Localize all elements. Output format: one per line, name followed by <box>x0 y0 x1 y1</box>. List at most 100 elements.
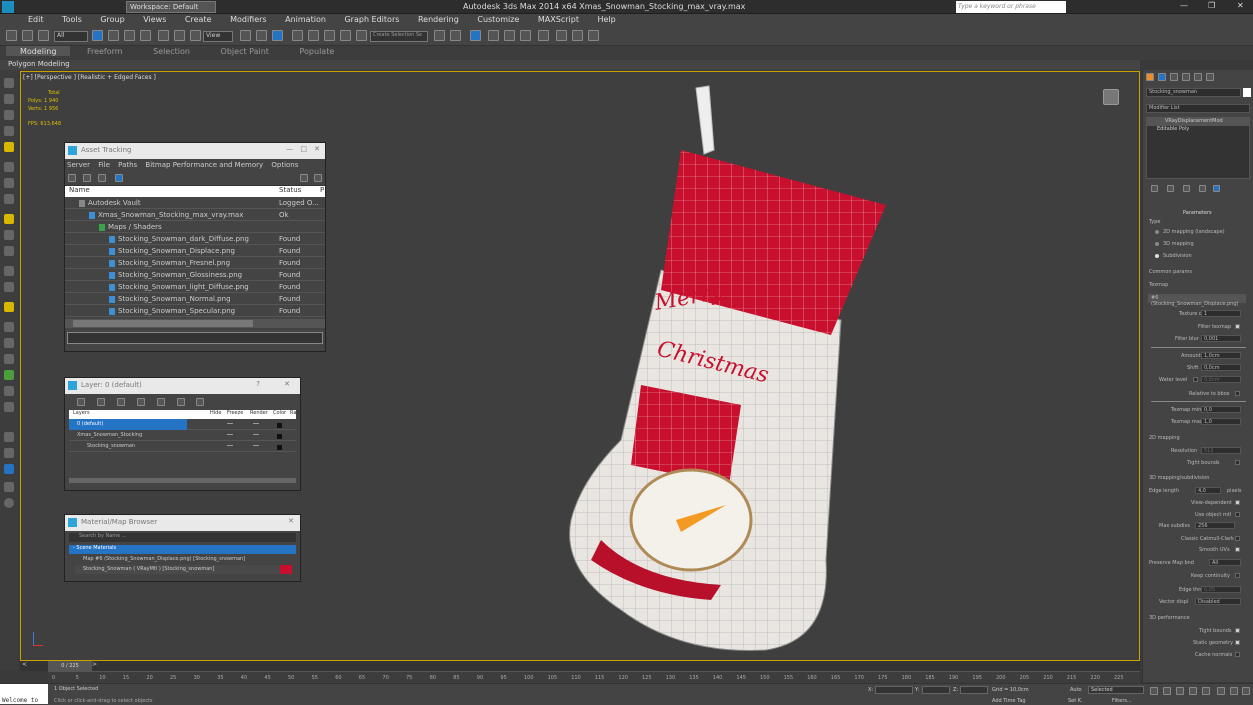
viewport-label[interactable]: [+] [Perspective ] [Realistic + Edged Fa… <box>23 74 156 81</box>
table-row[interactable]: Maps / Shaders <box>65 221 325 233</box>
menu-bitmap-performance[interactable]: Bitmap Performance and Memory <box>145 161 263 169</box>
prev-frame-icon[interactable]: < <box>22 661 27 668</box>
amount-spinner[interactable]: 1,0cm <box>1201 352 1241 359</box>
menu-options[interactable]: Options <box>271 161 298 169</box>
parameters-rollout[interactable]: Parameters <box>1183 210 1212 216</box>
minimize-icon[interactable]: — <box>286 145 293 153</box>
tool-icon-18[interactable] <box>4 482 14 492</box>
next-key-icon[interactable] <box>1189 687 1197 695</box>
settings-icon[interactable] <box>314 174 322 182</box>
new-layer-icon[interactable] <box>77 398 85 406</box>
reference-coord-dropdown[interactable]: View <box>203 31 233 42</box>
static-geometry-checkbox[interactable] <box>1235 640 1240 645</box>
x-coord-field[interactable] <box>875 686 913 694</box>
angle-snap-icon[interactable] <box>308 30 319 41</box>
undo-icon[interactable] <box>6 30 17 41</box>
named-selection-dropdown[interactable]: Create Selection Se <box>370 31 428 42</box>
menu-help[interactable]: Help <box>590 14 624 24</box>
keep-continuity-checkbox[interactable] <box>1235 573 1240 578</box>
workspace-dropdown[interactable]: Workspace: Default <box>126 1 216 13</box>
relative-bbox-checkbox[interactable] <box>1235 391 1240 396</box>
utilities-tab-icon[interactable] <box>1206 73 1214 81</box>
y-coord-field[interactable] <box>922 686 950 694</box>
tool-icon-2[interactable] <box>4 94 14 104</box>
app-logo-icon[interactable] <box>2 1 14 13</box>
freeze-all-icon[interactable] <box>196 398 204 406</box>
tool-icon-17[interactable] <box>4 464 14 474</box>
close-icon[interactable]: ✕ <box>314 145 320 153</box>
material-item-vraymtl[interactable]: Stocking_Snowman ( VRayMtl ) [Stocking_s… <box>75 565 292 574</box>
orbit-icon[interactable] <box>1242 687 1250 695</box>
move-icon[interactable] <box>158 30 169 41</box>
make-unique-icon[interactable] <box>1183 185 1190 192</box>
modifier-list-dropdown[interactable]: Modifier List <box>1146 104 1250 113</box>
next-frame-icon[interactable]: > <box>92 661 97 668</box>
edge-length-spinner[interactable]: 4,0 <box>1195 487 1221 494</box>
water-level-checkbox[interactable] <box>1193 377 1198 382</box>
layer-color-swatch[interactable] <box>277 423 282 428</box>
pin-stack-icon[interactable] <box>1151 185 1158 192</box>
goto-start-icon[interactable] <box>1150 687 1158 695</box>
menu-views[interactable]: Views <box>135 14 174 24</box>
max-subdivs-spinner[interactable]: 256 <box>1195 522 1235 529</box>
select-objects-icon[interactable] <box>137 398 145 406</box>
layer-color-swatch[interactable] <box>277 434 282 439</box>
tab-selection[interactable]: Selection <box>139 46 204 56</box>
track-bar[interactable]: 0 5 10 15 20 25 30 35 40 45 50 55 60 65 70 75 80 85 90 95 10… <box>48 671 1140 683</box>
menu-group[interactable]: Group <box>92 14 132 24</box>
col-name[interactable]: Name <box>69 186 90 194</box>
resolution-spinner[interactable]: 512 <box>1201 447 1241 454</box>
tool-icon-12[interactable] <box>4 354 14 364</box>
tight-bounds-checkbox[interactable] <box>1235 460 1240 465</box>
pivot-icon[interactable] <box>240 30 251 41</box>
texchan-spinner[interactable]: 1 <box>1201 310 1241 317</box>
modify-tab-icon[interactable] <box>1158 73 1166 81</box>
ribbon-polygon-modeling[interactable]: Polygon Modeling <box>8 60 70 68</box>
table-row[interactable]: Stocking_Snowman_Fresnel.png Found <box>65 257 325 269</box>
link-icon[interactable] <box>22 30 33 41</box>
remove-modifier-icon[interactable] <box>1199 185 1206 192</box>
render-toggle[interactable] <box>253 423 259 424</box>
close-icon[interactable]: ✕ <box>288 517 294 525</box>
col-render[interactable]: Render <box>250 410 268 416</box>
tool-icon-5[interactable] <box>4 162 14 172</box>
key-filters-button[interactable]: Filters... <box>1112 698 1132 704</box>
layer-window-header[interactable]: Layer: 0 (default) ? ✕ <box>65 378 300 394</box>
tool-icon-10[interactable] <box>4 322 14 332</box>
zoom-icon[interactable] <box>1217 687 1225 695</box>
menu-graph-editors[interactable]: Graph Editors <box>336 14 407 24</box>
tab-freeform[interactable]: Freeform <box>73 46 137 56</box>
selection-filter-dropdown[interactable]: All <box>54 31 88 42</box>
sun-icon[interactable] <box>4 302 14 312</box>
refresh-icon[interactable] <box>68 174 76 182</box>
create-tab-icon[interactable] <box>1146 73 1154 81</box>
layer-color-swatch[interactable] <box>277 445 282 450</box>
col-radiosity[interactable]: Radi <box>290 410 301 416</box>
mirror-icon[interactable] <box>434 30 445 41</box>
select-object-icon[interactable] <box>92 30 103 41</box>
viewcube-icon[interactable] <box>1103 89 1119 105</box>
keyboard-shortcut-icon[interactable] <box>272 30 283 41</box>
sphere-icon[interactable] <box>4 230 14 240</box>
unlink-icon[interactable] <box>38 30 49 41</box>
freeze-toggle[interactable] <box>227 423 233 424</box>
material-browser-header[interactable]: Material/Map Browser ✕ <box>65 515 300 531</box>
layer-row[interactable]: Xmas_Snowman_Stocking <box>69 430 296 441</box>
texmap-max-spinner[interactable]: 1,0 <box>1201 418 1241 425</box>
time-slider-thumb[interactable]: 0 / 225 <box>48 661 92 671</box>
menu-modifiers[interactable]: Modifiers <box>222 14 275 24</box>
schematic-view-icon[interactable] <box>520 30 531 41</box>
close-icon[interactable]: ✕ <box>284 380 290 388</box>
view-icon[interactable] <box>115 174 123 182</box>
radio-subdivision[interactable] <box>1155 254 1159 258</box>
material-item-map6[interactable]: Map #6 (Stocking_Snowman_Displace.png) [… <box>75 555 296 564</box>
tool-icon-14[interactable] <box>4 402 14 412</box>
material-editor-icon[interactable] <box>538 30 549 41</box>
search-input[interactable]: Type a keyword or phrase <box>956 1 1066 13</box>
smooth-uvs-checkbox[interactable] <box>1235 547 1240 552</box>
perf-tight-bounds-checkbox[interactable] <box>1235 628 1240 633</box>
stack-item-vraydisplacement[interactable]: VRayDisplacementMod <box>1147 118 1249 126</box>
tree-icon[interactable] <box>4 370 14 380</box>
tab-modeling[interactable]: Modeling <box>6 46 71 56</box>
layer-hscrollbar[interactable] <box>69 478 296 483</box>
